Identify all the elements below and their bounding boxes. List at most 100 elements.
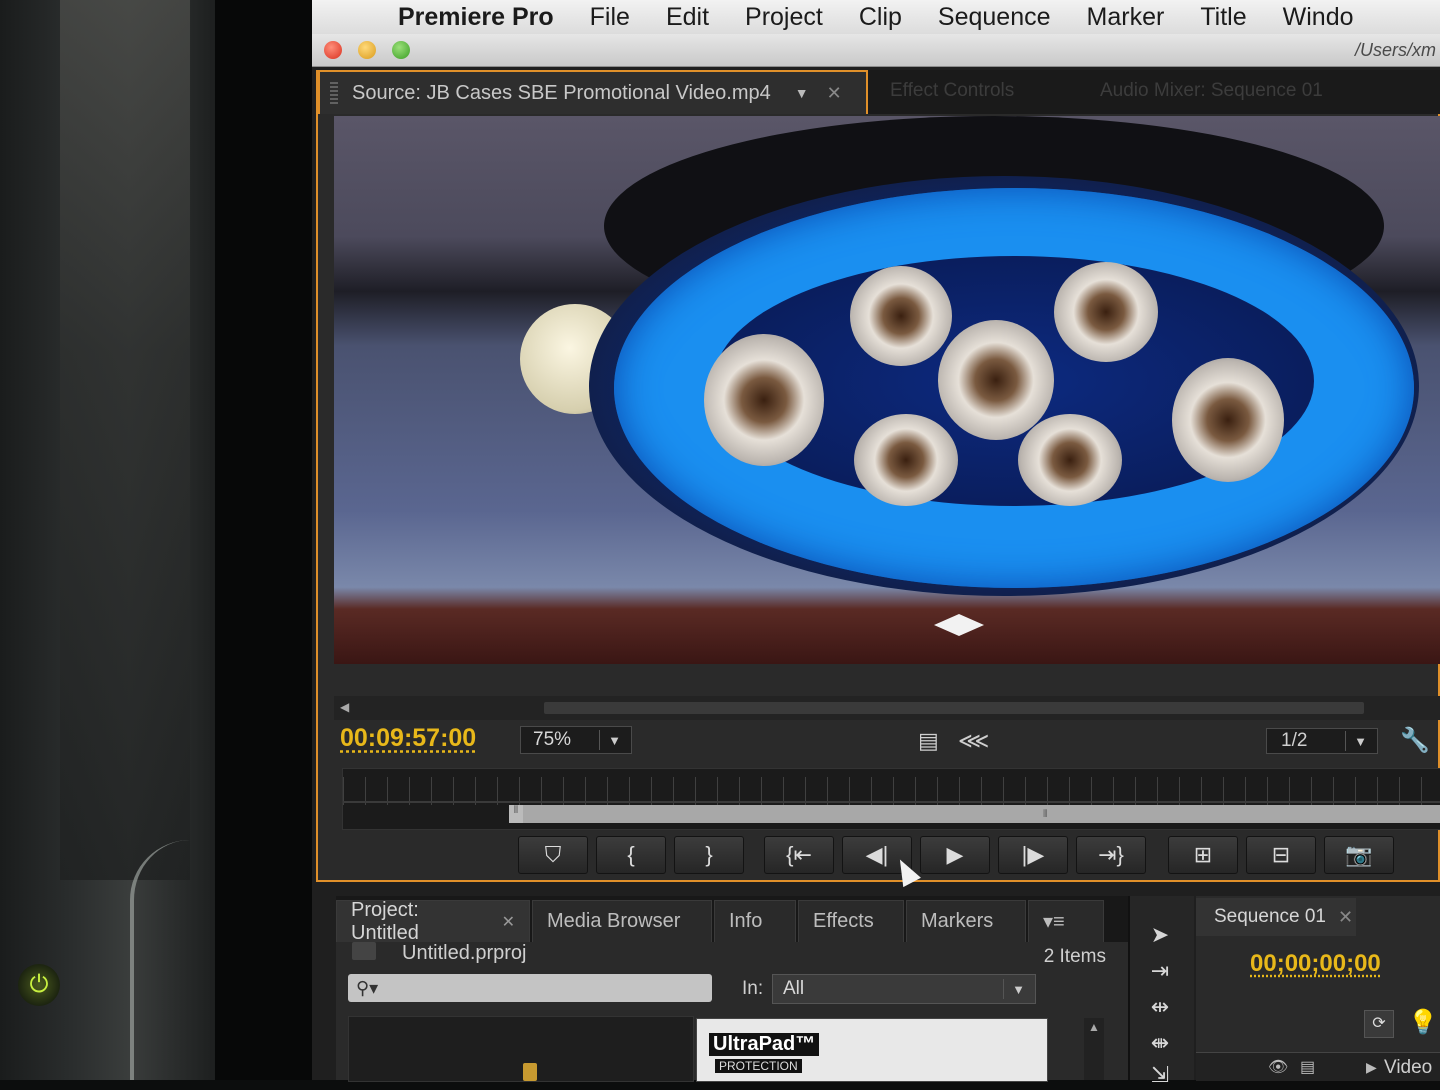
label-color-tag [523,1063,537,1081]
folder-icon [352,942,376,960]
tab-media-browser[interactable]: Media Browser [532,900,712,942]
tab-info-label: Info [729,910,763,932]
step-forward-button[interactable]: |▶ [998,836,1068,874]
timeline-zoom-bar[interactable] [513,805,1440,823]
track-select-tool-icon[interactable]: ⇥ [1140,958,1180,986]
panel-grip-icon[interactable] [330,82,338,104]
tab-source[interactable]: Source: JB Cases SBE Promotional Video.m… [318,70,868,114]
go-to-in-icon: {⇤ [786,842,812,867]
window-path: /Users/xm [1355,40,1436,60]
go-to-out-button[interactable]: ⇥} [1076,836,1146,874]
panel-menu-button[interactable]: ▾≡ [1028,900,1104,942]
cue-tube-image [704,334,824,466]
source-tabbar: Source: JB Cases SBE Promotional Video.m… [318,70,1440,114]
playhead-timecode[interactable]: 00:09:57:00 [340,724,476,753]
search-icon: ⚲▾ [356,977,379,998]
marker-icon: ⛉ [544,842,562,867]
cue-tube-image [938,320,1054,440]
eye-icon[interactable]: 👁 [1268,1057,1288,1077]
menu-file[interactable]: File [590,3,630,32]
rolling-edit-tool-icon[interactable]: ⇼ [1140,1030,1180,1058]
source-monitor-panel: Source: JB Cases SBE Promotional Video.m… [316,70,1440,888]
go-to-in-button[interactable]: {⇤ [764,836,834,874]
thumbnail-sub-text: PROTECTION [715,1059,802,1073]
menu-project[interactable]: Project [745,3,823,32]
mark-in-button[interactable]: { [596,836,666,874]
video-track-label: Video [1384,1057,1433,1078]
ripple-edit-tool-icon[interactable]: ⇹ [1140,994,1180,1022]
tab-project[interactable]: Project: Untitled ✕ [336,898,530,944]
selection-tool-icon[interactable]: ➤ [1140,922,1180,950]
in-filter-value: All [783,978,805,999]
tab-project-label: Project: Untitled [351,898,419,944]
insert-icon: ⊞ [1193,842,1213,867]
sequence-timecode[interactable]: 00;00;00;00 [1250,950,1381,978]
mark-out-button[interactable]: } [674,836,744,874]
divider [1003,979,1005,999]
tab-sequence-01[interactable]: Sequence 01 ✕ [1196,898,1356,936]
chevron-down-icon: ▼ [608,732,621,748]
project-item-list[interactable] [348,1016,694,1082]
zoom-level-value: 75% [533,729,572,750]
scroll-up-icon[interactable]: ▲ [1088,1020,1100,1034]
in-filter-select[interactable]: All ▼ [772,974,1036,1004]
lightbulb-icon[interactable]: 💡 [1408,1008,1438,1037]
menu-premiere-pro[interactable]: Premiere Pro [398,3,554,32]
close-icon[interactable]: ✕ [1338,907,1353,928]
tab-markers-label: Markers [921,910,994,932]
play-button[interactable]: ▶ [920,836,990,874]
add-marker-button[interactable]: ⛉ [518,836,588,874]
apple-logo-icon[interactable] [348,2,378,32]
menu-clip[interactable]: Clip [859,3,902,32]
cue-tube-image [854,414,958,506]
rate-stretch-tool-icon[interactable]: ⇲ [1140,1062,1180,1090]
tab-effects-label: Effects [813,910,874,932]
drag-video-only-icon[interactable]: ▤ [918,728,939,754]
zoom-window-button[interactable] [392,41,410,59]
tab-info[interactable]: Info [714,900,796,942]
expand-track-icon[interactable]: ▶ [1366,1059,1377,1076]
transport-controls: ⛉ { } {⇤ ◀| ▶ |▶ ⇥} ⊞ ⊟ 📷 [518,836,1418,880]
items-count: 2 Items [1043,946,1106,967]
scroll-thumb[interactable] [544,702,1364,714]
tab-effects[interactable]: Effects [798,900,904,942]
mark-out-icon: } [705,842,713,867]
close-icon[interactable]: ✕ [502,912,515,932]
window-titlebar: /Users/xm [312,34,1440,67]
video-scrollbar[interactable]: ◀ [334,696,1440,720]
tab-markers[interactable]: Markers [906,900,1026,942]
menu-window[interactable]: Windo [1283,3,1354,32]
overwrite-button[interactable]: ⊟ [1246,836,1316,874]
menu-marker[interactable]: Marker [1087,3,1165,32]
tab-effect-controls[interactable]: Effect Controls [890,80,1014,102]
source-tab-label: Source: JB Cases SBE Promotional Video.m… [352,81,771,104]
chevron-down-icon: ▼ [1012,981,1025,997]
mark-in-icon: { [627,842,635,867]
menu-edit[interactable]: Edit [666,3,709,32]
scroll-left-icon[interactable]: ◀ [340,700,349,714]
film-icon[interactable]: ▤ [1300,1057,1315,1077]
close-window-button[interactable] [324,41,342,59]
close-icon[interactable]: ✕ [827,83,842,104]
snap-icon[interactable]: ⟳ [1364,1010,1394,1038]
drag-audio-only-icon[interactable]: ⋘ [958,728,989,754]
settings-wrench-icon[interactable]: 🔧 [1400,726,1430,755]
zoom-handle-center[interactable]: ⦀ [1043,809,1055,820]
power-icon[interactable]: ⏻ [18,964,60,1006]
zoom-handle-left[interactable]: ⦀ [509,805,523,823]
playback-resolution-value: 1/2 [1281,730,1308,751]
menu-sequence[interactable]: Sequence [938,3,1051,32]
minimize-window-button[interactable] [358,41,376,59]
search-input[interactable]: ⚲▾ [348,974,712,1002]
tab-menu-chevron-icon[interactable]: ▼ [795,85,809,101]
zoom-level-select[interactable]: 75% ▼ [520,726,632,754]
menu-title[interactable]: Title [1200,3,1246,32]
clip-thumbnail[interactable]: UltraPad™ PROTECTION [696,1018,1048,1082]
export-frame-button[interactable]: 📷 [1324,836,1394,874]
tab-audio-mixer[interactable]: Audio Mixer: Sequence 01 [1100,80,1323,102]
time-ruler[interactable]: ⦀ ⦀ [342,768,1440,830]
playback-resolution-select[interactable]: 1/2 ▼ [1266,728,1378,754]
divider [1345,731,1347,751]
cue-tube-image [1054,262,1158,362]
insert-button[interactable]: ⊞ [1168,836,1238,874]
